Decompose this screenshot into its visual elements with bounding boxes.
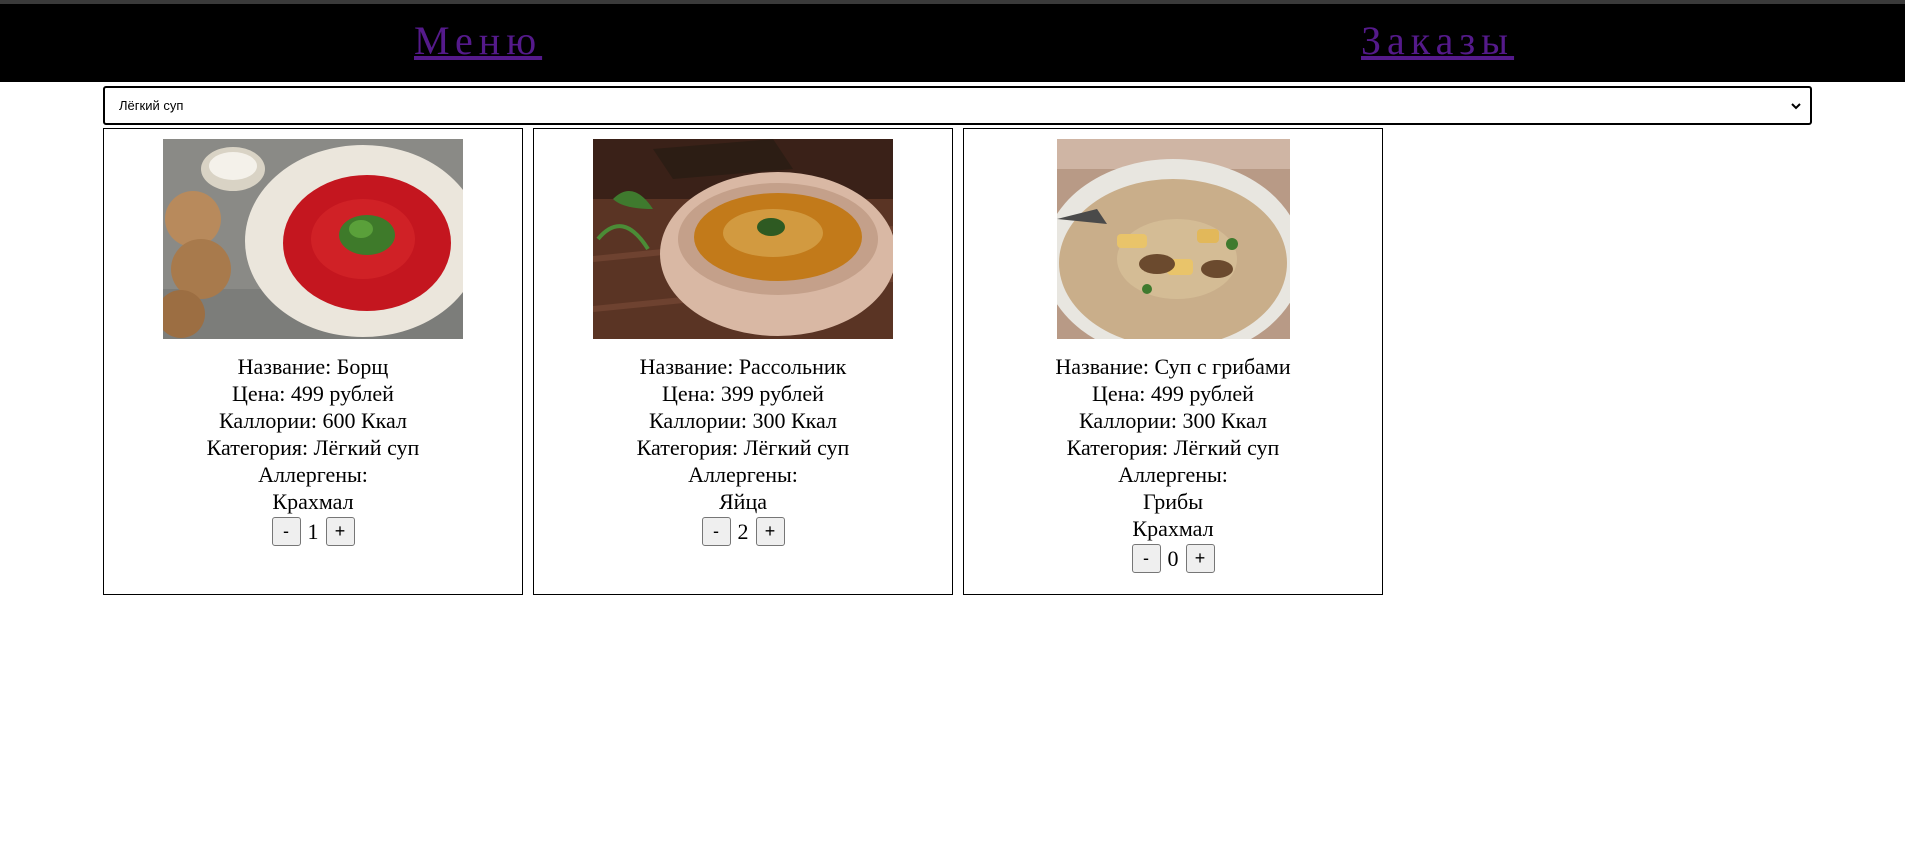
category-select[interactable]: Лёгкий суп: [103, 86, 1812, 125]
dish-category: Категория: Лёгкий суп: [1066, 435, 1280, 460]
decrease-button[interactable]: -: [1131, 544, 1161, 573]
quantity-stepper: - 1 +: [104, 516, 522, 547]
dish-calories: Каллории: 300 Ккал: [649, 408, 837, 433]
decrease-button[interactable]: -: [701, 517, 731, 546]
allergen-item: Крахмал: [1132, 516, 1214, 541]
allergens-label: Аллергены:: [1118, 462, 1228, 487]
dish-price: Цена: 499 рублей: [1092, 381, 1254, 406]
dish-name: Название: Борщ: [237, 354, 389, 379]
decrease-button[interactable]: -: [271, 517, 301, 546]
dish-category: Категория: Лёгкий суп: [636, 435, 850, 460]
quantity-stepper: - 2 +: [534, 516, 952, 547]
increase-button[interactable]: +: [325, 517, 355, 546]
quantity-value: 1: [307, 519, 319, 544]
quantity-value: 2: [737, 519, 749, 544]
dish-info: Название: Рассольник Цена: 399 рублей Ка…: [534, 353, 952, 547]
dish-category: Категория: Лёгкий суп: [206, 435, 420, 460]
dish-price: Цена: 499 рублей: [232, 381, 394, 406]
allergens-label: Аллергены:: [688, 462, 798, 487]
dish-price: Цена: 399 рублей: [662, 381, 824, 406]
allergens-label: Аллергены:: [258, 462, 368, 487]
nav-link-menu[interactable]: Меню: [414, 17, 542, 65]
quantity-value: 0: [1167, 546, 1179, 571]
increase-button[interactable]: +: [755, 517, 785, 546]
chevron-down-icon: [1791, 103, 1801, 110]
increase-button[interactable]: +: [1185, 544, 1215, 573]
quantity-stepper: - 0 +: [964, 543, 1382, 574]
category-select-value: Лёгкий суп: [119, 98, 184, 113]
dish-name: Название: Рассольник: [639, 354, 847, 379]
allergen-item: Грибы: [1142, 489, 1204, 514]
allergen-item: Крахмал: [272, 489, 354, 514]
dish-info: Название: Борщ Цена: 499 рублей Каллории…: [104, 353, 522, 547]
dish-card-mushroom-soup: Название: Суп с грибами Цена: 499 рублей…: [963, 128, 1383, 595]
dish-image-rassolnik: [593, 139, 893, 339]
dish-image-mushroom-soup: [1057, 139, 1290, 339]
dish-image-borscht: [163, 139, 463, 339]
dish-calories: Каллории: 300 Ккал: [1079, 408, 1267, 433]
allergen-item: Яйца: [719, 489, 767, 514]
dish-card-rassolnik: Название: Рассольник Цена: 399 рублей Ка…: [533, 128, 953, 595]
dish-card-borscht: Название: Борщ Цена: 499 рублей Каллории…: [103, 128, 523, 595]
dish-info: Название: Суп с грибами Цена: 499 рублей…: [964, 353, 1382, 574]
dish-name: Название: Суп с грибами: [1055, 354, 1291, 379]
nav-link-orders[interactable]: Заказы: [1361, 17, 1514, 65]
dish-calories: Каллории: 600 Ккал: [219, 408, 407, 433]
navbar: Меню Заказы: [0, 4, 1905, 82]
